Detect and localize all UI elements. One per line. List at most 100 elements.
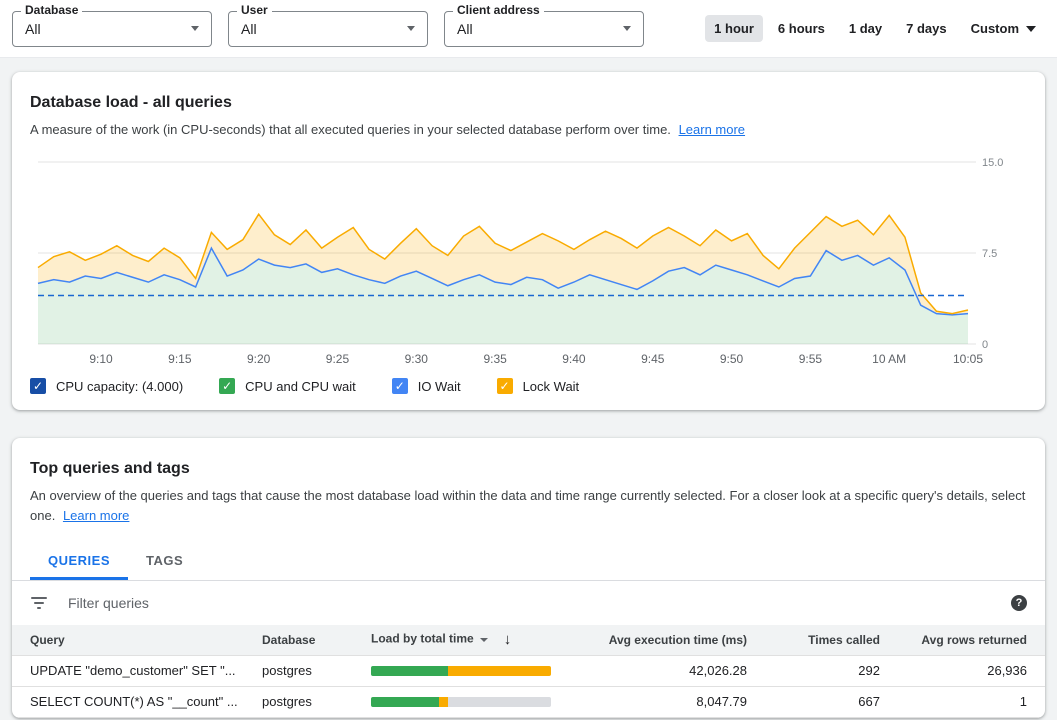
sort-caret-icon[interactable] — [480, 638, 488, 642]
database-cell: postgres — [262, 686, 371, 717]
avg-execution-time-cell: 42,026.28 — [576, 655, 747, 686]
time-range-option-1-hour[interactable]: 1 hour — [705, 15, 763, 42]
chevron-down-icon — [407, 26, 415, 31]
x-tick-label: 9:50 — [720, 352, 744, 366]
help-icon[interactable]: ? — [1011, 595, 1027, 611]
legend-io-wait[interactable]: ✓ IO Wait — [392, 378, 461, 394]
x-tick-label: 9:15 — [168, 352, 192, 366]
checkbox-checked-icon[interactable]: ✓ — [219, 378, 235, 394]
query-insights-page: Database All User All Client address All… — [0, 0, 1057, 718]
x-tick-label: 9:45 — [641, 352, 665, 366]
learn-more-link[interactable]: Learn more — [679, 122, 745, 137]
load-bar-segment — [371, 666, 448, 676]
query-cell: SELECT COUNT(*) AS "__count" ... — [12, 686, 262, 717]
tab-tags[interactable]: TAGS — [128, 544, 201, 580]
x-tick-label: 9:40 — [562, 352, 586, 366]
legend-cpu-capacity[interactable]: ✓ CPU capacity: (4.000) — [30, 378, 183, 394]
user-filter-value: All — [241, 21, 257, 37]
load-bar-cell — [371, 655, 576, 686]
x-tick-label: 9:20 — [247, 352, 271, 366]
y-tick-label: 7.5 — [982, 248, 997, 260]
avg-rows-returned-cell: 1 — [880, 686, 1045, 717]
time-range-option-7-days[interactable]: 7 days — [897, 15, 955, 42]
times-called-cell: 292 — [747, 655, 880, 686]
x-tick-label: 10:05 — [953, 352, 983, 366]
avg-rows-returned-cell: 26,936 — [880, 655, 1045, 686]
time-range-option-1-day[interactable]: 1 day — [840, 15, 891, 42]
column-header-database[interactable]: Database — [262, 625, 371, 655]
y-tick-label: 15.0 — [982, 157, 1003, 169]
learn-more-link[interactable]: Learn more — [63, 508, 129, 523]
load-chart[interactable]: 0 7.5 15.0 9:10 9:15 9:20 9:25 9:30 9:35 9:40 9:45… — [30, 154, 1015, 370]
tab-queries[interactable]: QUERIES — [30, 544, 128, 580]
times-called-cell: 667 — [747, 686, 880, 717]
legend-label: IO Wait — [418, 379, 461, 394]
filter-bar: Database All User All Client address All… — [0, 0, 1057, 58]
column-header-load-label: Load by total time — [371, 632, 474, 646]
database-load-title: Database load - all queries — [30, 94, 1027, 112]
load-bar-segment — [371, 697, 439, 707]
chart-legend: ✓ CPU capacity: (4.000) ✓ CPU and CPU wa… — [30, 378, 1027, 394]
client-address-filter-label: Client address — [453, 3, 544, 17]
filter-list-icon[interactable] — [30, 597, 48, 609]
chevron-down-icon — [191, 26, 199, 31]
column-header-avg-execution-time[interactable]: Avg execution time (ms) — [576, 625, 747, 655]
top-queries-title: Top queries and tags — [12, 460, 1045, 478]
filter-queries-input[interactable] — [66, 594, 993, 612]
x-tick-label: 9:25 — [326, 352, 350, 366]
column-header-query[interactable]: Query — [12, 625, 262, 655]
top-queries-description: An overview of the queries and tags that… — [12, 486, 1045, 526]
query-cell: UPDATE "demo_customer" SET "... — [12, 655, 262, 686]
database-load-description-text: A measure of the work (in CPU-seconds) t… — [30, 122, 671, 137]
top-queries-card: Top queries and tags An overview of the … — [12, 438, 1045, 718]
x-tick-label: 9:10 — [89, 352, 113, 366]
load-by-total-time-bar — [371, 697, 551, 707]
legend-label: CPU and CPU wait — [245, 379, 356, 394]
x-tick-label: 10 AM — [872, 352, 906, 366]
load-bar-segment — [439, 697, 448, 707]
database-filter-label: Database — [21, 3, 82, 17]
filter-queries-row: ? — [12, 581, 1045, 625]
queries-table: Query Database Load by total time ↓ Avg e… — [12, 625, 1045, 718]
table-header-row: Query Database Load by total time ↓ Avg e… — [12, 625, 1045, 655]
database-load-description: A measure of the work (in CPU-seconds) t… — [30, 120, 1027, 140]
y-tick-label: 0 — [982, 339, 988, 351]
legend-lock-wait[interactable]: ✓ Lock Wait — [497, 378, 580, 394]
x-tick-label: 9:30 — [405, 352, 429, 366]
table-row[interactable]: SELECT COUNT(*) AS "__count" ...postgres… — [12, 686, 1045, 717]
top-queries-description-text: An overview of the queries and tags that… — [30, 488, 1025, 523]
checkbox-checked-icon[interactable]: ✓ — [497, 378, 513, 394]
checkbox-checked-icon[interactable]: ✓ — [392, 378, 408, 394]
time-range-option-6-hours[interactable]: 6 hours — [769, 15, 834, 42]
time-range-selector: 1 hour 6 hours 1 day 7 days Custom — [705, 15, 1045, 42]
load-bar-cell — [371, 686, 576, 717]
load-bar-segment — [448, 697, 551, 707]
column-header-avg-rows-returned[interactable]: Avg rows returned — [880, 625, 1045, 655]
x-tick-label: 9:35 — [483, 352, 507, 366]
database-load-card: Database load - all queries A measure of… — [12, 72, 1045, 410]
legend-label: CPU capacity: (4.000) — [56, 379, 183, 394]
sort-direction-icon[interactable]: ↓ — [504, 631, 512, 648]
user-filter-label: User — [237, 3, 272, 17]
avg-execution-time-cell: 8,047.79 — [576, 686, 747, 717]
queries-table-body: UPDATE "demo_customer" SET "...postgres 4… — [12, 655, 1045, 717]
x-tick-label: 9:55 — [799, 352, 823, 366]
column-header-load-by-total-time[interactable]: Load by total time ↓ — [371, 625, 576, 655]
time-range-custom-label: Custom — [971, 21, 1019, 36]
database-filter-value: All — [25, 21, 41, 37]
tab-bar: QUERIES TAGS — [12, 544, 1045, 581]
chevron-down-icon — [623, 26, 631, 31]
chevron-down-icon — [1026, 26, 1036, 32]
client-address-filter-dropdown[interactable]: Client address All — [444, 11, 644, 47]
time-range-option-custom[interactable]: Custom — [962, 15, 1045, 42]
legend-cpu-and-cpu-wait[interactable]: ✓ CPU and CPU wait — [219, 378, 356, 394]
checkbox-checked-icon[interactable]: ✓ — [30, 378, 46, 394]
user-filter-dropdown[interactable]: User All — [228, 11, 428, 47]
column-header-times-called[interactable]: Times called — [747, 625, 880, 655]
legend-label: Lock Wait — [523, 379, 580, 394]
table-row[interactable]: UPDATE "demo_customer" SET "...postgres 4… — [12, 655, 1045, 686]
load-bar-segment — [448, 666, 551, 676]
database-filter-dropdown[interactable]: Database All — [12, 11, 212, 47]
database-cell: postgres — [262, 655, 371, 686]
client-address-filter-value: All — [457, 21, 473, 37]
